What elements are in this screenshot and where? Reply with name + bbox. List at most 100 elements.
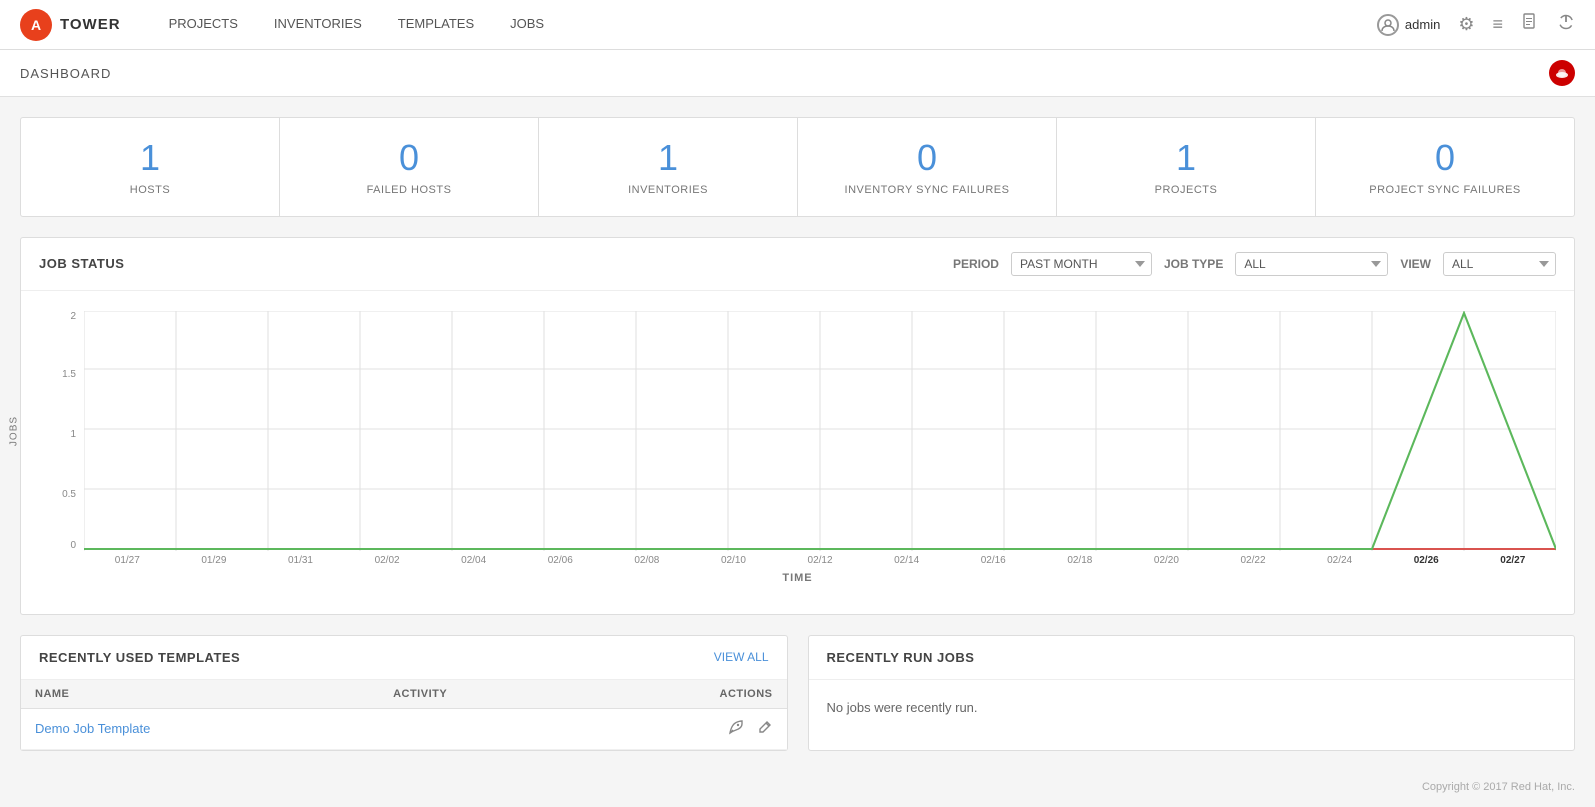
templates-table: NAME ACTIVITY ACTIONS Demo Job Template [21,680,787,750]
chart-svg [84,311,1556,551]
x-label-0127: 01/27 [84,555,171,566]
launch-icon[interactable] [728,722,748,739]
nav-right: admin ⚙ ≡ [1377,13,1575,36]
stat-inventory-sync-failures[interactable]: 0 INVENTORY SYNC FAILURES [798,118,1057,216]
x-label-0129: 01/29 [171,555,258,566]
stat-failed-hosts-number: 0 [295,138,523,178]
y-tick-1.5: 1.5 [62,369,76,380]
job-type-select[interactable]: ALL PLAYBOOK RUN SCM UPDATE INVENTORY UP… [1235,252,1388,276]
footer-text: Copyright © 2017 Red Hat, Inc. [1422,781,1575,793]
nav-inventories[interactable]: INVENTORIES [256,0,380,50]
nav-logo[interactable]: A TOWER [20,9,121,41]
stat-failed-hosts-label: FAILED HOSTS [295,184,523,196]
job-status-panel: JOB STATUS PERIOD PAST MONTH PAST TWO WE… [20,237,1575,615]
x-label-0206: 02/06 [517,555,604,566]
x-label-0131: 01/31 [257,555,344,566]
template-name-cell: Demo Job Template [21,708,379,749]
jobs-panel-header: RECENTLY RUN JOBS [809,636,1575,680]
view-select[interactable]: ALL SUCCESSFUL FAILED [1443,252,1556,276]
recently-used-templates-panel: RECENTLY USED TEMPLATES VIEW ALL NAME AC… [20,635,788,751]
templates-panel-title: RECENTLY USED TEMPLATES [39,650,240,665]
x-label-0202: 02/02 [344,555,431,566]
x-label-0214: 02/14 [863,555,950,566]
nav-projects[interactable]: PROJECTS [151,0,256,50]
template-activity-cell [379,708,584,749]
template-actions-cell [584,708,786,749]
breadcrumb-bar: DASHBOARD [0,50,1595,97]
stat-project-sync-failures-label: PROJECT SYNC FAILURES [1331,184,1559,196]
bottom-row: RECENTLY USED TEMPLATES VIEW ALL NAME AC… [20,635,1575,751]
jobs-panel-title: RECENTLY RUN JOBS [827,650,975,665]
main-content: 1 HOSTS 0 FAILED HOSTS 1 INVENTORIES 0 I… [0,97,1595,771]
gear-icon[interactable]: ⚙ [1458,14,1474,35]
x-label-0216: 02/16 [950,555,1037,566]
stat-hosts-number: 1 [36,138,264,178]
tower-logo-icon: A [20,9,52,41]
x-label-0220: 02/20 [1123,555,1210,566]
edit-icon[interactable] [757,722,773,739]
x-label-0218: 02/18 [1037,555,1124,566]
x-label-0224: 02/24 [1296,555,1383,566]
y-axis-title: JOBS [9,416,20,446]
col-activity: ACTIVITY [379,680,584,709]
redhat-logo [1549,60,1575,86]
view-label: VIEW [1400,257,1431,271]
no-jobs-message: No jobs were recently run. [809,680,1575,735]
stat-inventory-sync-failures-label: INVENTORY SYNC FAILURES [813,184,1041,196]
job-status-header: JOB STATUS PERIOD PAST MONTH PAST TWO WE… [21,238,1574,291]
x-label-0210: 02/10 [690,555,777,566]
y-tick-0.5: 0.5 [62,489,76,500]
stat-failed-hosts[interactable]: 0 FAILED HOSTS [280,118,539,216]
templates-panel-header: RECENTLY USED TEMPLATES VIEW ALL [21,636,787,680]
nav-jobs[interactable]: JOBS [492,0,562,50]
stats-row: 1 HOSTS 0 FAILED HOSTS 1 INVENTORIES 0 I… [20,117,1575,217]
power-icon[interactable] [1557,13,1575,36]
top-nav: A TOWER PROJECTS INVENTORIES TEMPLATES J… [0,0,1595,50]
list-icon[interactable]: ≡ [1492,14,1503,35]
nav-links: PROJECTS INVENTORIES TEMPLATES JOBS [151,0,563,50]
user-avatar-icon [1377,14,1399,36]
stat-hosts-label: HOSTS [36,184,264,196]
x-label-0208: 02/08 [604,555,691,566]
stat-hosts[interactable]: 1 HOSTS [21,118,280,216]
recently-run-jobs-panel: RECENTLY RUN JOBS No jobs were recently … [808,635,1576,751]
x-label-0226: 02/26 [1383,555,1470,566]
x-axis-title: TIME [39,572,1556,584]
x-label-0204: 02/04 [430,555,517,566]
nav-user[interactable]: admin [1377,14,1440,36]
x-label-0212: 02/12 [777,555,864,566]
period-label: PERIOD [953,257,999,271]
y-tick-2: 2 [70,311,76,322]
stat-project-sync-failures-number: 0 [1331,138,1559,178]
stat-project-sync-failures[interactable]: 0 PROJECT SYNC FAILURES [1316,118,1574,216]
stat-projects[interactable]: 1 PROJECTS [1057,118,1316,216]
footer: Copyright © 2017 Red Hat, Inc. [0,771,1595,803]
nav-username: admin [1405,17,1440,32]
stat-projects-number: 1 [1072,138,1300,178]
panel-controls: PERIOD PAST MONTH PAST TWO WEEKS PAST WE… [953,252,1556,276]
job-type-label: JOB TYPE [1164,257,1223,271]
stat-inventories-number: 1 [554,138,782,178]
x-axis-labels: 01/27 01/29 01/31 02/02 02/04 02/06 02/0… [84,555,1556,566]
y-tick-1: 1 [70,429,76,440]
stat-inventory-sync-failures-number: 0 [813,138,1041,178]
stat-inventories[interactable]: 1 INVENTORIES [539,118,798,216]
period-select[interactable]: PAST MONTH PAST TWO WEEKS PAST WEEK PAST… [1011,252,1152,276]
templates-table-header-row: NAME ACTIVITY ACTIONS [21,680,787,709]
view-all-templates-link[interactable]: VIEW ALL [714,650,769,664]
breadcrumb: DASHBOARD [20,66,111,81]
stat-projects-label: PROJECTS [1072,184,1300,196]
col-actions: ACTIONS [584,680,786,709]
tower-logo-text: TOWER [60,16,121,33]
nav-templates[interactable]: TEMPLATES [380,0,492,50]
stat-inventories-label: INVENTORIES [554,184,782,196]
x-label-0222: 02/22 [1210,555,1297,566]
template-name-link[interactable]: Demo Job Template [35,721,150,736]
x-label-0227: 02/27 [1470,555,1557,566]
table-row: Demo Job Template [21,708,787,749]
doc-icon[interactable] [1521,13,1539,36]
col-name: NAME [21,680,379,709]
y-tick-0: 0 [70,540,76,551]
job-status-title: JOB STATUS [39,256,124,271]
chart-container: JOBS 2 1.5 1 0.5 0 [21,291,1574,614]
